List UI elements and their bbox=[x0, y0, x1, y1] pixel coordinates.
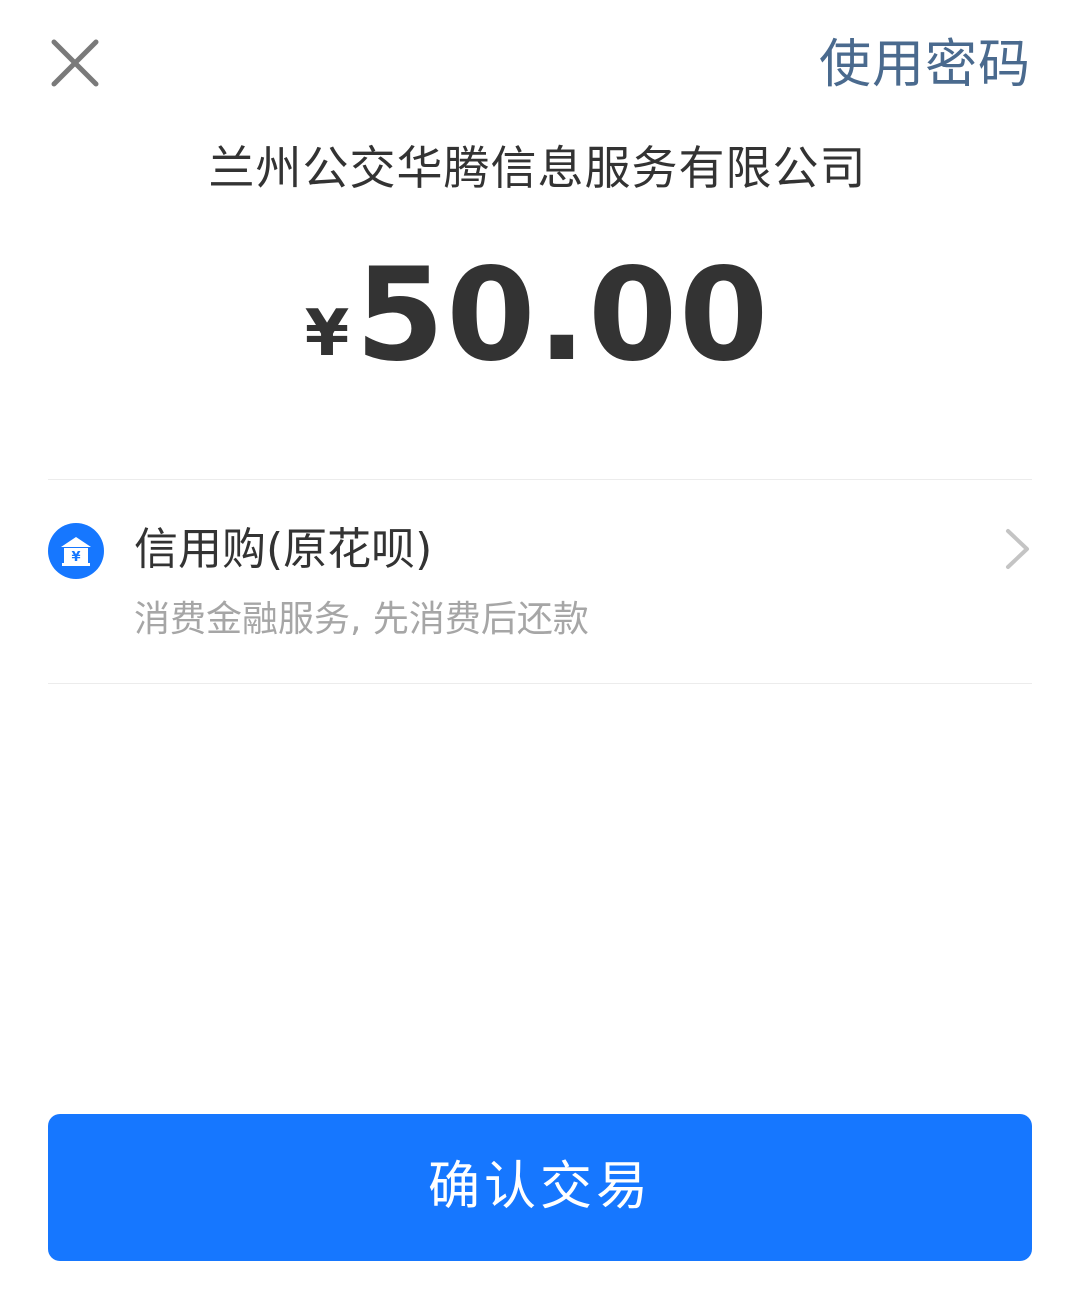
payment-amount: ¥50.00 bbox=[0, 246, 1075, 386]
currency-symbol: ¥ bbox=[304, 297, 350, 371]
payment-method-description: 消费金融服务, 先消费后还款 bbox=[134, 599, 589, 640]
close-icon bbox=[51, 39, 99, 87]
payment-method-row[interactable]: ¥ 信用购(原花呗) 消费金融服务, 先消费后还款 bbox=[48, 480, 1032, 683]
payment-method-title: 信用购(原花呗) bbox=[134, 524, 433, 575]
close-button[interactable] bbox=[44, 32, 106, 94]
chevron-right-icon bbox=[1006, 529, 1029, 569]
amount-value: 50.00 bbox=[355, 241, 771, 390]
confirm-transaction-button[interactable]: 确认交易 bbox=[48, 1114, 1032, 1261]
merchant-name: 兰州公交华腾信息服务有限公司 bbox=[208, 141, 867, 195]
divider-bottom bbox=[48, 683, 1032, 684]
bank-yuan-icon: ¥ bbox=[48, 523, 104, 579]
payment-confirm-sheet: 使用密码 兰州公交华腾信息服务有限公司 ¥50.00 ¥ 信用购(原花呗) 消费… bbox=[0, 0, 1075, 1289]
svg-text:¥: ¥ bbox=[71, 550, 80, 565]
use-password-link[interactable]: 使用密码 bbox=[819, 34, 1031, 96]
